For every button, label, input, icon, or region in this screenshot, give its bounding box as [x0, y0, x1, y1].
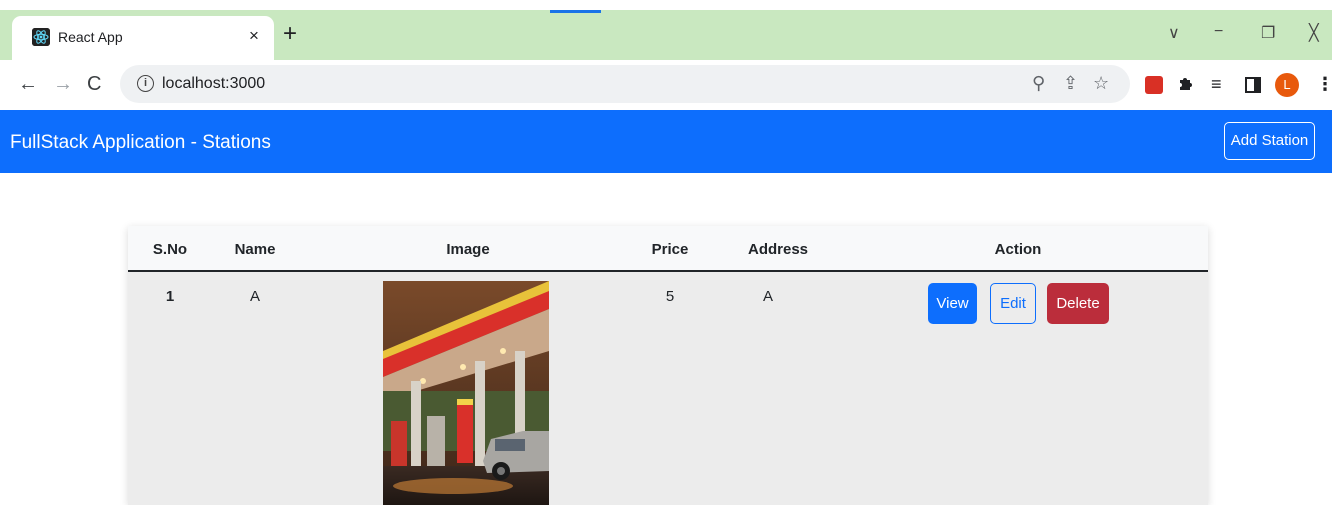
new-tab-button[interactable]: +: [283, 22, 297, 46]
app-navbar: FullStack Application - Stations Add Sta…: [0, 110, 1332, 173]
browser-menu-icon[interactable]: ⋮: [1316, 74, 1332, 94]
header-image: Image: [446, 241, 490, 258]
header-address: Address: [747, 241, 809, 258]
close-window-icon[interactable]: ╳: [1309, 23, 1319, 43]
bookmark-star-icon[interactable]: ☆: [1093, 73, 1109, 94]
tab-close-icon[interactable]: ×: [244, 26, 264, 46]
profile-avatar[interactable]: L: [1275, 73, 1299, 97]
extension-ladybug-icon[interactable]: [1145, 76, 1163, 94]
tab-title: React App: [58, 29, 123, 45]
stations-table: S.No Name Image Price Address Action 1 A: [128, 226, 1208, 505]
tab-search-icon[interactable]: ∨: [1168, 23, 1180, 43]
forward-arrow-icon[interactable]: →: [53, 74, 73, 94]
restore-icon[interactable]: ❐: [1261, 23, 1275, 43]
back-arrow-icon[interactable]: ←: [18, 74, 38, 94]
minimize-icon[interactable]: −: [1214, 23, 1223, 41]
reading-list-icon[interactable]: ≡: [1211, 74, 1222, 94]
share-icon[interactable]: ⇪: [1063, 73, 1078, 94]
cell-name: A: [249, 288, 260, 305]
view-button[interactable]: View: [928, 283, 977, 324]
header-price: Price: [651, 241, 689, 258]
station-photo: [383, 281, 549, 505]
zoom-icon[interactable]: ⚲: [1032, 73, 1045, 94]
reload-icon[interactable]: C: [87, 74, 101, 94]
cell-price: 5: [665, 288, 675, 305]
header-action: Action: [994, 241, 1042, 258]
cell-sno: 1: [165, 288, 175, 305]
edit-button[interactable]: Edit: [990, 283, 1036, 324]
url-text[interactable]: localhost:3000: [162, 75, 265, 93]
delete-button[interactable]: Delete: [1047, 283, 1109, 324]
site-info-icon[interactable]: i: [137, 75, 154, 92]
add-station-button[interactable]: Add Station: [1224, 122, 1315, 160]
table-header: S.No Name Image Price Address Action: [128, 226, 1208, 272]
browser-toolbar: ← → C i localhost:3000 ⚲ ⇪ ☆ ≡ L ⋮: [0, 60, 1332, 110]
navbar-brand[interactable]: FullStack Application - Stations: [10, 132, 271, 154]
cell-address: A: [762, 288, 773, 305]
react-logo-icon: [32, 28, 50, 46]
browser-tab-strip: React App × + ∨ − ❐ ╳: [0, 10, 1332, 60]
extensions-puzzle-icon[interactable]: [1177, 74, 1195, 96]
header-name: Name: [234, 241, 276, 258]
side-panel-icon[interactable]: [1245, 77, 1261, 93]
browser-tab[interactable]: React App ×: [12, 16, 274, 60]
header-sno: S.No: [152, 241, 188, 258]
address-bar[interactable]: i localhost:3000 ⚲ ⇪ ☆: [120, 65, 1130, 103]
loading-indicator: [550, 10, 601, 13]
